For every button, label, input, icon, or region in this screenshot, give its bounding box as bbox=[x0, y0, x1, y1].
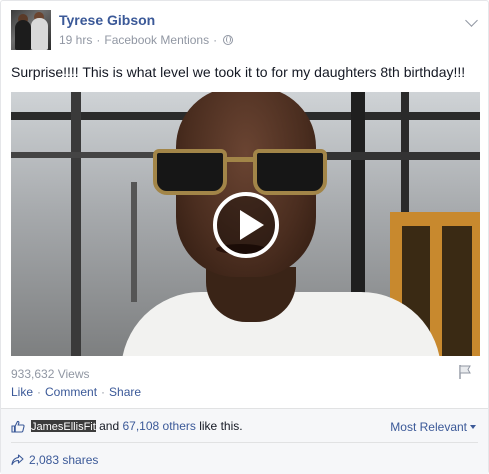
share-arrow-icon bbox=[11, 454, 24, 466]
likes-suffix: like this. bbox=[195, 419, 243, 433]
post-source[interactable]: Facebook Mentions bbox=[104, 32, 209, 48]
view-count: 933,632 Views bbox=[11, 367, 90, 381]
share-button[interactable]: Share bbox=[109, 385, 141, 399]
action-separator: · bbox=[101, 385, 106, 399]
likes-connector: and bbox=[95, 419, 123, 433]
play-icon[interactable] bbox=[213, 192, 279, 258]
likes-others-link[interactable]: 67,108 others bbox=[123, 419, 196, 433]
video-player[interactable] bbox=[11, 92, 480, 356]
comment-button[interactable]: Comment bbox=[45, 385, 97, 399]
avatar[interactable] bbox=[11, 10, 51, 50]
caret-down-icon bbox=[470, 425, 476, 429]
thumbs-up-icon bbox=[11, 420, 25, 433]
likes-summary: JamesEllisFit and 67,108 others like thi… bbox=[11, 419, 243, 433]
sort-dropdown[interactable]: Most Relevant bbox=[390, 420, 476, 434]
sort-label: Most Relevant bbox=[390, 420, 467, 434]
post-text: Surprise!!!! This is what level we took … bbox=[11, 64, 466, 80]
action-separator: · bbox=[37, 385, 42, 399]
post-header: Tyrese Gibson 19 hrs · Facebook Mentions… bbox=[11, 10, 234, 50]
like-button[interactable]: Like bbox=[11, 385, 33, 399]
liker-name[interactable]: JamesEllisFit bbox=[31, 419, 96, 433]
author-name[interactable]: Tyrese Gibson bbox=[59, 11, 233, 29]
post-actions: Like · Comment · Share bbox=[11, 385, 141, 399]
globe-icon[interactable] bbox=[223, 35, 234, 45]
shares-count: 2,083 shares bbox=[29, 453, 99, 467]
post-card: Tyrese Gibson 19 hrs · Facebook Mentions… bbox=[0, 0, 489, 474]
shares-link[interactable]: 2,083 shares bbox=[11, 453, 98, 467]
divider bbox=[11, 442, 478, 443]
post-time[interactable]: 19 hrs bbox=[59, 32, 92, 48]
post-header-info: Tyrese Gibson 19 hrs · Facebook Mentions… bbox=[59, 11, 234, 50]
meta-separator: · bbox=[96, 33, 101, 47]
post-footer: JamesEllisFit and 67,108 others like thi… bbox=[1, 409, 488, 474]
post-meta: 19 hrs · Facebook Mentions · bbox=[59, 32, 234, 48]
flag-icon[interactable] bbox=[458, 364, 472, 380]
chevron-down-icon[interactable] bbox=[465, 14, 478, 27]
meta-separator: · bbox=[213, 33, 218, 47]
